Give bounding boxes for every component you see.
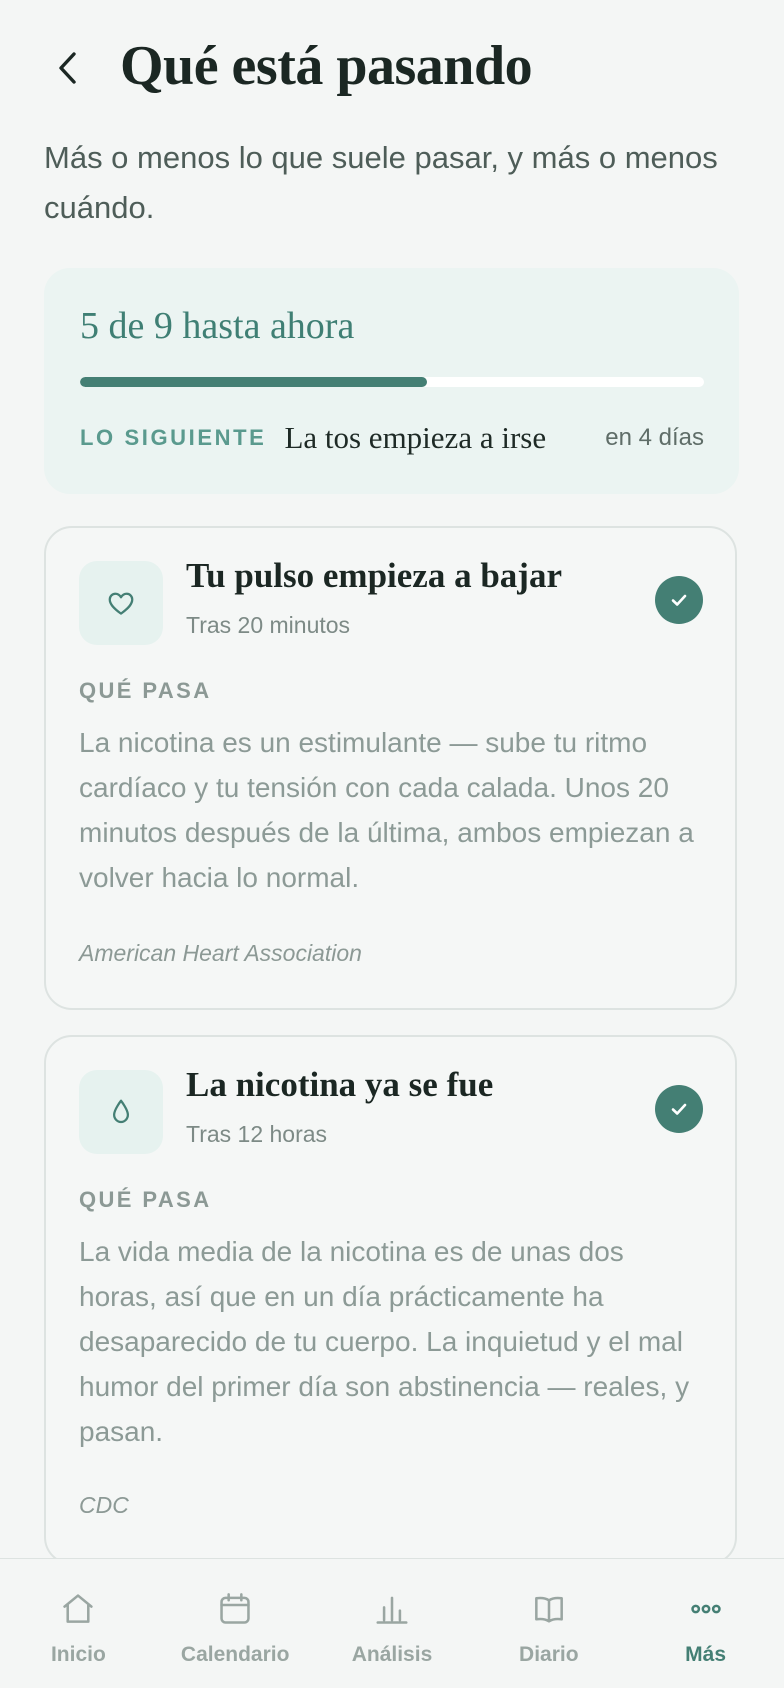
completed-badge bbox=[655, 576, 703, 624]
back-button[interactable] bbox=[44, 44, 92, 92]
check-icon bbox=[671, 1103, 687, 1115]
nav-label: Inicio bbox=[50, 1643, 106, 1666]
nav-item-inicio[interactable]: Inicio bbox=[0, 1559, 157, 1688]
droplet-icon bbox=[113, 1099, 129, 1124]
milestone-description: La vida media de la nicotina es de unas … bbox=[79, 1236, 690, 1447]
header: Qué está pasando bbox=[0, 0, 784, 130]
next-label: LO SIGUIENTE bbox=[80, 425, 267, 450]
milestone-title: Tu pulso empieza a bajar bbox=[186, 556, 562, 595]
milestone-icon-tile bbox=[79, 1070, 163, 1154]
nav-label: Análisis bbox=[351, 1643, 433, 1666]
milestone-time: Tras 20 minutos bbox=[186, 612, 351, 638]
nav-label: Más bbox=[685, 1643, 727, 1666]
completed-badge bbox=[655, 1085, 703, 1133]
milestone-card[interactable]: Tu pulso empieza a bajar Tras 20 minutos… bbox=[44, 526, 737, 1010]
bottom-nav: Inicio Calendario Análisis Diario Más bbox=[0, 1558, 784, 1688]
nav-item-diario[interactable]: Diario bbox=[470, 1559, 627, 1688]
milestone-card[interactable]: La nicotina ya se fue Tras 12 horas QUÉ … bbox=[44, 1035, 737, 1565]
nav-item-mas[interactable]: Más bbox=[627, 1559, 784, 1688]
chevron-left-icon bbox=[59, 52, 76, 84]
milestone-description: La nicotina es un estimulante — sube tu … bbox=[79, 727, 694, 893]
next-milestone-row: LO SIGUIENTE La tos empieza a irse en 4 … bbox=[80, 416, 704, 460]
progress-track bbox=[80, 377, 704, 387]
next-when: en 4 días bbox=[605, 424, 704, 451]
progress-card: 5 de 9 hasta ahora LO SIGUIENTE La tos e… bbox=[44, 268, 739, 494]
milestone-section-label: QUÉ PASA bbox=[79, 1187, 212, 1212]
milestone-time: Tras 12 horas bbox=[186, 1121, 328, 1147]
next-event: La tos empieza a irse bbox=[284, 420, 547, 455]
heart-icon bbox=[108, 592, 134, 615]
milestone-title: La nicotina ya se fue bbox=[186, 1065, 494, 1104]
book-icon bbox=[534, 1596, 563, 1623]
page-title: Qué está pasando bbox=[120, 35, 533, 97]
calendar-icon bbox=[220, 1593, 250, 1624]
milestone-section-label: QUÉ PASA bbox=[79, 678, 212, 703]
progress-label: 5 de 9 hasta ahora bbox=[80, 305, 355, 347]
nav-label: Calendario bbox=[180, 1643, 290, 1666]
progress-fill bbox=[80, 377, 427, 387]
page-subtitle: Más o menos lo que suele pasar, y más o … bbox=[44, 140, 718, 225]
more-icon bbox=[690, 1604, 721, 1614]
check-icon bbox=[671, 594, 687, 606]
bar-chart-icon bbox=[376, 1596, 408, 1624]
home-icon bbox=[63, 1594, 94, 1623]
milestone-source: American Heart Association bbox=[79, 940, 362, 966]
nav-item-calendario[interactable]: Calendario bbox=[157, 1559, 314, 1688]
nav-label: Diario bbox=[519, 1643, 579, 1666]
nav-item-analisis[interactable]: Análisis bbox=[314, 1559, 471, 1688]
milestone-icon-tile bbox=[79, 561, 163, 645]
milestone-source: CDC bbox=[79, 1492, 129, 1518]
